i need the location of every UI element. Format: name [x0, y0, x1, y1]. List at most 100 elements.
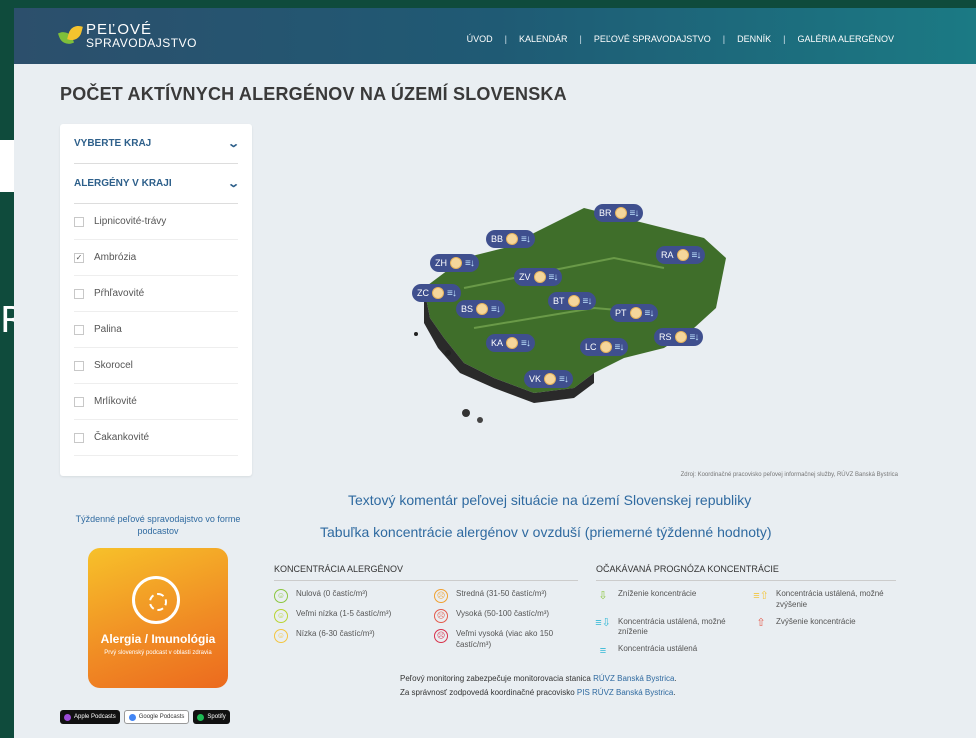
trend-icon: ≡↓: [582, 295, 593, 307]
trend-icon: ≡↓: [465, 257, 475, 269]
face-icon: [567, 295, 580, 307]
concentration-legend-title: KONCENTRÁCIA ALERGÉNOV: [274, 564, 578, 581]
comment-link[interactable]: Textový komentár peľovej situácie na úze…: [348, 492, 751, 508]
legend-item: ☹ Vysoká (50-100 častíc/m³): [434, 609, 578, 623]
region-badge-bb[interactable]: BB ≡↓: [486, 230, 535, 248]
allergen-checkbox[interactable]: [74, 396, 84, 407]
pis-ruvz-bb-link[interactable]: PIS RÚVZ Banská Bystrica: [577, 688, 673, 697]
main-nav: ÚVOD | KALENDÁR | PEĽOVÉ SPRAVODAJSTVO |…: [463, 34, 898, 44]
concentration-table-link[interactable]: Tabuľka koncentrácie alergénov v ovzduší…: [320, 524, 772, 540]
allergen-label: Čakankovité: [94, 432, 150, 443]
headphones-icon: [132, 576, 180, 624]
logo-line2: SPRAVODAJSTVO: [86, 36, 197, 50]
legend-item: ☺ Nulová (0 častíc/m³): [274, 589, 418, 603]
apple-podcasts-badge[interactable]: Apple Podcasts: [60, 710, 120, 724]
arrow-down-icon: ⇩: [598, 589, 608, 602]
region-dropdown[interactable]: VYBERTE KRAJ ⌄: [74, 124, 240, 164]
stable-up-icon: ≡⇧: [753, 589, 769, 602]
stable-icon: ≡: [599, 644, 607, 657]
terrain-map-icon: [414, 208, 726, 423]
trend-icon: ≡↓: [629, 207, 640, 219]
backdrop-bar: [0, 140, 14, 192]
nav-kalendar[interactable]: KALENDÁR: [515, 34, 572, 44]
arrow-up-icon: ⇧: [756, 617, 766, 630]
podcast-subtitle: Prvý slovenský podcast v oblasti zdravia: [104, 650, 212, 656]
trend-icon: ≡↓: [521, 337, 531, 349]
face-icon: [676, 249, 689, 261]
spotify-badge[interactable]: Spotify: [193, 710, 230, 724]
apple-podcasts-icon: [64, 713, 71, 721]
trend-icon: ≡↓: [548, 271, 559, 283]
allergen-item[interactable]: Čakankovité: [74, 420, 238, 456]
nav-separator: |: [579, 34, 582, 44]
podcast-cover[interactable]: Alergia / Imunológia Prvý slovenský podc…: [88, 548, 228, 688]
allergen-label: Pŕhľavovité: [94, 288, 145, 299]
leaf-logo-icon: [57, 23, 83, 47]
allergen-item[interactable]: ✓ Ambrózia: [74, 240, 238, 276]
region-badge-zv[interactable]: ZV ≡↓: [514, 268, 563, 286]
google-podcasts-badge[interactable]: Google Podcasts: [123, 710, 190, 724]
face-icon: [599, 341, 612, 353]
chevron-down-icon: ⌄: [226, 178, 240, 190]
region-badge-br[interactable]: BR ≡↓: [594, 204, 644, 222]
region-badge-pt[interactable]: PT ≡↓: [610, 304, 659, 322]
allergen-item[interactable]: Mrlíkovité: [74, 384, 238, 420]
allergen-item[interactable]: Skorocel: [74, 348, 238, 384]
trend-icon: ≡↓: [447, 287, 457, 299]
sad-face-icon: ☹: [434, 609, 448, 623]
allergen-checkbox[interactable]: [74, 216, 84, 227]
region-badge-vk[interactable]: VK ≡↓: [524, 370, 573, 388]
allergen-checkbox[interactable]: [74, 360, 84, 371]
allergen-checkbox[interactable]: ✓: [74, 252, 84, 263]
nav-uvod[interactable]: ÚVOD: [463, 34, 497, 44]
face-icon: [544, 373, 557, 385]
region-badge-bs[interactable]: BS ≡↓: [456, 300, 505, 318]
region-dropdown-label: VYBERTE KRAJ: [74, 138, 152, 149]
region-badge-zc[interactable]: ZC ≡↓: [412, 284, 461, 302]
logo-line1: PEĽOVÉ: [86, 21, 153, 38]
spotify-icon: [197, 713, 205, 721]
trend-icon: ≡↓: [691, 249, 702, 261]
podcast-caption[interactable]: Týždenné peľové spravodajstvo vo forme p…: [60, 514, 256, 537]
allergen-item[interactable]: Pŕhľavovité: [74, 276, 238, 312]
region-badge-rs[interactable]: RS ≡↓: [654, 328, 704, 346]
trend-icon: ≡↓: [559, 373, 569, 385]
nav-separator: |: [504, 34, 508, 44]
region-badge-bt[interactable]: BT ≡↓: [548, 292, 597, 310]
nav-dennik[interactable]: DENNÍK: [733, 34, 775, 44]
face-icon: [506, 233, 519, 245]
slovakia-map[interactable]: BR ≡↓ BB ≡↓ RA ≡↓ ZH ≡↓ ZV ≡↓ ZC ≡↓ BT ≡↓ BS ≡↓ …: [394, 198, 734, 438]
neutral-face-icon: ☹: [434, 589, 448, 603]
smiley-face-icon: ☺: [274, 629, 288, 643]
allergen-list: Lipnicovité-trávy ✓ Ambrózia Pŕhľavovité …: [74, 204, 238, 456]
allergen-checkbox[interactable]: [74, 288, 84, 299]
legend-item: ≡⇧ Koncentrácia ustálená, možné zvýšenie: [753, 589, 884, 609]
browser-page: PEĽOVÉ SPRAVODAJSTVO ÚVOD | KALENDÁR | P…: [14, 8, 976, 738]
legend-item: ☺ Veľmi nízka (1-5 častíc/m³): [274, 609, 418, 623]
nav-galeria-alergenov[interactable]: GALÉRIA ALERGÉNOV: [793, 34, 898, 44]
allergen-item[interactable]: Palina: [74, 312, 238, 348]
stable-down-icon: ≡⇩: [595, 617, 611, 630]
map-source-note: Zdroj: Koordinačné pracovisko peľovej in…: [680, 472, 898, 478]
allergen-label: Ambrózia: [94, 252, 137, 263]
allergen-checkbox[interactable]: [74, 432, 84, 443]
allergen-label: Skorocel: [94, 360, 133, 371]
forecast-legend: OČAKÁVANÁ PROGNÓZA KONCENTRÁCIE ⇩ Zníženi…: [595, 564, 896, 658]
allergen-label: Mrlíkovité: [94, 396, 137, 407]
allergens-dropdown[interactable]: ALERGÉNY V KRAJI ⌄: [74, 164, 240, 204]
region-badge-ra[interactable]: RA ≡↓: [656, 246, 706, 264]
face-icon: [629, 307, 642, 319]
site-logo[interactable]: PEĽOVÉ SPRAVODAJSTVO: [57, 21, 197, 50]
allergen-checkbox[interactable]: [74, 324, 84, 335]
ruvz-bb-link[interactable]: RÚVZ Banská Bystrica: [593, 674, 674, 683]
legend-item: ☹ Veľmi vysoká (viac ako 150 častíc/m³): [434, 629, 578, 651]
face-icon: [614, 207, 627, 219]
legend-item: ☹ Stredná (31-50 častíc/m³): [434, 589, 578, 603]
chevron-down-icon: ⌄: [226, 138, 240, 150]
nav-pelove-spravodajstvo[interactable]: PEĽOVÉ SPRAVODAJSTVO: [590, 34, 715, 44]
trend-icon: ≡↓: [614, 341, 625, 353]
allergen-item[interactable]: Lipnicovité-trávy: [74, 204, 238, 240]
region-badge-lc[interactable]: LC ≡↓: [580, 338, 629, 356]
region-badge-ka[interactable]: KA ≡↓: [486, 334, 535, 352]
region-badge-zh[interactable]: ZH ≡↓: [430, 254, 479, 272]
